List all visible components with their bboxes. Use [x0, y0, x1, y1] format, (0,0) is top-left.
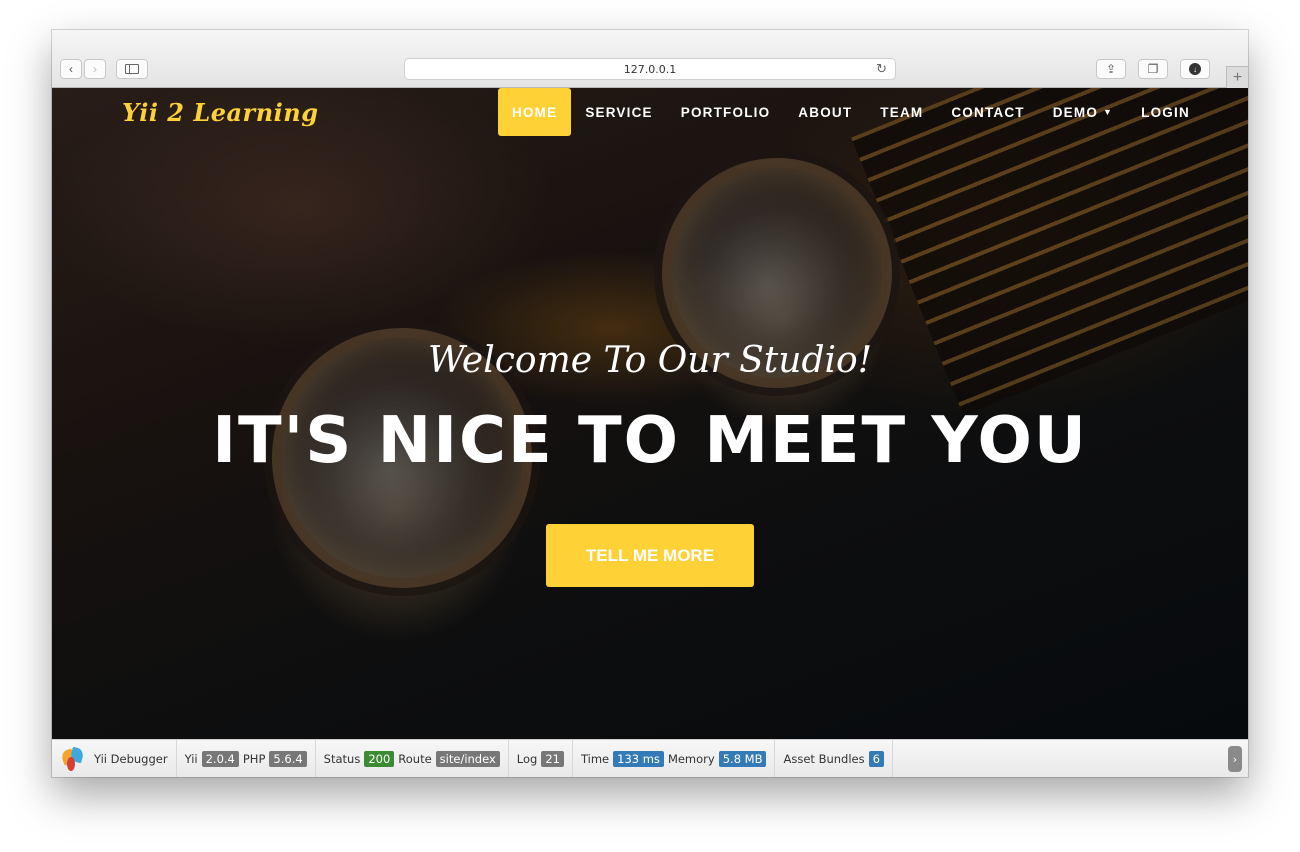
php-label: PHP	[242, 751, 266, 766]
yii-debug-toolbar: Yii Debugger Yii 2.0.4 PHP 5.6.4 Status …	[52, 739, 1248, 777]
nav-demo-label: DEMO	[1052, 104, 1099, 120]
asset-bundles-label: Asset Bundles	[783, 751, 865, 766]
nav-team[interactable]: TEAM	[866, 88, 937, 136]
reload-icon[interactable]: ↻	[876, 62, 887, 77]
share-button[interactable]: ⇪	[1096, 59, 1126, 79]
download-button[interactable]: ↓	[1180, 59, 1210, 79]
browser-window: ‹ › 127.0.0.1 ↻ ⇪ ❐ ↓ + Yii 2 Learning H…	[52, 30, 1248, 777]
hero-section: Yii 2 Learning HOME SERVICE PORTFOLIO AB…	[52, 88, 1248, 739]
debug-config-block[interactable]: Yii 2.0.4 PHP 5.6.4	[177, 739, 316, 777]
status-label: Status	[323, 751, 361, 766]
nav-demo[interactable]: DEMO ▼	[1039, 88, 1127, 136]
nav-home[interactable]: HOME	[498, 88, 572, 136]
forward-button[interactable]: ›	[84, 59, 106, 79]
yii-logo-icon	[59, 746, 86, 772]
nav-contact[interactable]: CONTACT	[937, 88, 1038, 136]
tabs-icon: ❐	[1147, 62, 1159, 76]
hero-subtitle: Welcome To Our Studio!	[427, 340, 873, 381]
time-label: Time	[580, 751, 610, 766]
caret-down-icon: ▼	[1103, 107, 1114, 117]
tell-me-more-button[interactable]: TELL ME MORE	[546, 524, 754, 587]
plus-icon: +	[1232, 68, 1243, 86]
browser-toolbar: ‹ › 127.0.0.1 ↻ ⇪ ❐ ↓ +	[52, 30, 1248, 88]
debug-profiling-block[interactable]: Time 133 ms Memory 5.8 MB	[573, 739, 776, 777]
memory-badge: 5.8 MB	[718, 750, 767, 767]
yii-debugger-link[interactable]: Yii Debugger	[52, 739, 177, 777]
route-badge: site/index	[435, 750, 500, 767]
share-icon: ⇪	[1105, 62, 1117, 76]
sidebar-icon	[125, 64, 139, 74]
log-label: Log	[516, 751, 538, 766]
tabs-button[interactable]: ❐	[1138, 59, 1168, 79]
status-badge: 200	[364, 750, 395, 767]
address-bar[interactable]: 127.0.0.1 ↻	[404, 58, 896, 80]
brand-logo[interactable]: Yii 2 Learning	[122, 98, 319, 127]
debug-assets-block[interactable]: Asset Bundles 6	[775, 739, 893, 777]
download-icon: ↓	[1189, 63, 1201, 75]
url-text: 127.0.0.1	[623, 62, 677, 76]
nav-about[interactable]: ABOUT	[784, 88, 866, 136]
nav-login[interactable]: LOGIN	[1127, 88, 1204, 136]
log-count-badge: 21	[541, 750, 564, 767]
yii-version-badge: 2.0.4	[201, 750, 239, 767]
memory-label: Memory	[667, 751, 715, 766]
nav-service[interactable]: SERVICE	[571, 88, 666, 136]
chevron-left-icon: ‹	[69, 62, 73, 76]
route-label: Route	[398, 751, 432, 766]
debug-log-block[interactable]: Log 21	[509, 739, 573, 777]
debugger-title: Yii Debugger	[94, 751, 168, 766]
chevron-right-icon: ›	[93, 62, 97, 76]
sidebar-button[interactable]	[116, 59, 148, 79]
back-button[interactable]: ‹	[60, 59, 82, 79]
new-tab-button[interactable]: +	[1226, 66, 1248, 88]
debug-toggle-button[interactable]: ›	[1228, 746, 1242, 772]
chevron-right-icon: ›	[1232, 752, 1238, 766]
nav-portfolio[interactable]: PORTFOLIO	[667, 88, 785, 136]
hero-headline: IT'S NICE TO MEET YOU	[212, 404, 1088, 478]
time-badge: 133 ms	[613, 750, 664, 767]
php-version-badge: 5.6.4	[269, 750, 307, 767]
main-nav: HOME SERVICE PORTFOLIO ABOUT TEAM CONTAC…	[498, 88, 1204, 136]
asset-bundles-badge: 6	[868, 750, 884, 767]
yii-label: Yii	[184, 751, 198, 766]
debug-request-block[interactable]: Status 200 Route site/index	[316, 739, 509, 777]
